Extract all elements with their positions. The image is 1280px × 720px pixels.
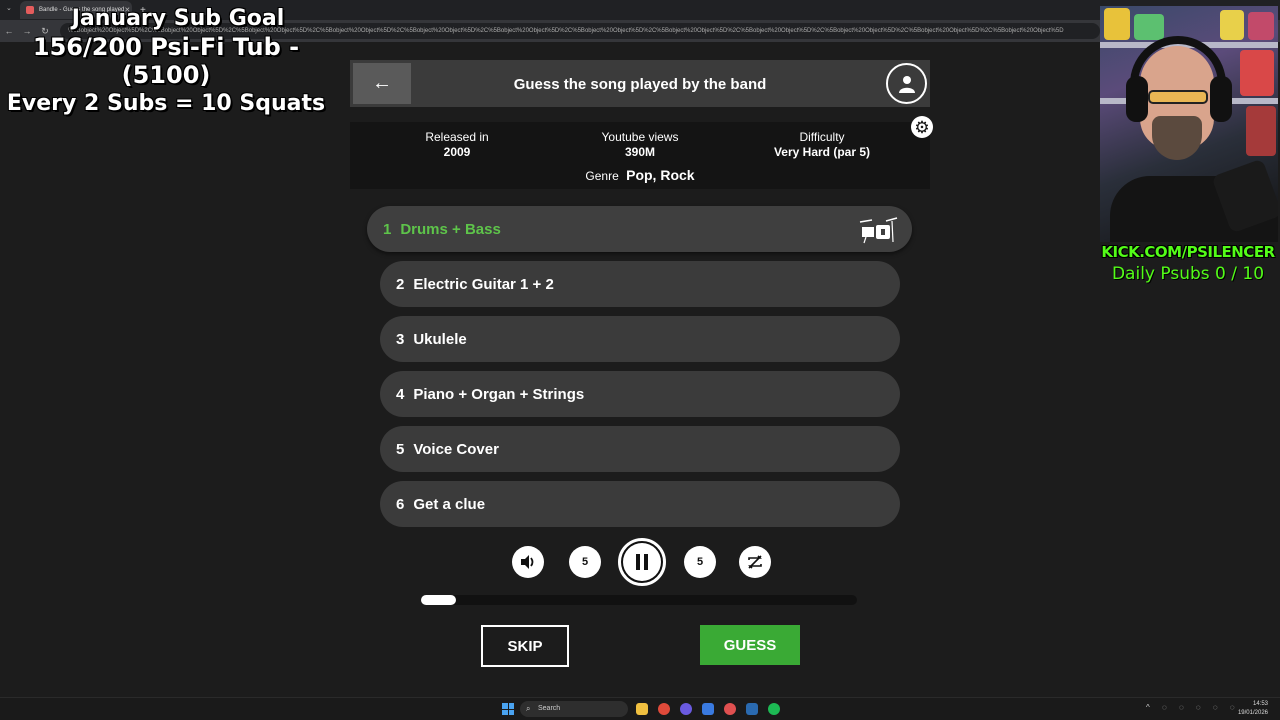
taskbar-clock[interactable]: 14:53 19/01/2026 bbox=[1238, 700, 1268, 718]
search-icon: ⌕ bbox=[526, 704, 531, 713]
forward-icon: 5 bbox=[696, 556, 704, 568]
taskbar-search[interactable]: ⌕ Search bbox=[520, 701, 628, 717]
forward-5-button[interactable]: 5 bbox=[684, 546, 716, 578]
genre-label: Genre bbox=[585, 169, 619, 183]
system-tray[interactable]: ^ ◌ ◌ ◌ ◌ ◌ bbox=[1146, 703, 1240, 712]
song-info-panel: Released in 2009 Youtube views 390M Diff… bbox=[350, 122, 930, 189]
player-controls: 5 5 bbox=[510, 538, 774, 586]
stem-number: 4 bbox=[396, 385, 405, 403]
page-title: Guess the song played by the band bbox=[513, 76, 767, 93]
stem-label: Electric Guitar 1 + 2 bbox=[413, 275, 554, 293]
playback-progress-bar[interactable] bbox=[421, 595, 857, 605]
stem-number: 3 bbox=[396, 330, 405, 348]
stem-label: Drums + Bass bbox=[400, 220, 501, 238]
settings-button[interactable]: ⚙ bbox=[911, 116, 933, 138]
user-icon bbox=[898, 75, 915, 93]
released-label: Released in bbox=[425, 130, 489, 144]
stem-number: 2 bbox=[396, 275, 405, 293]
views-value: 390M bbox=[624, 145, 656, 159]
rewind-5-button[interactable]: 5 bbox=[569, 546, 601, 578]
views-label: Youtube views bbox=[601, 130, 679, 144]
webcam-feed bbox=[1100, 6, 1278, 242]
released-value: 2009 bbox=[443, 145, 471, 159]
guess-button[interactable]: GUESS bbox=[700, 625, 800, 665]
playback-progress-fill bbox=[421, 595, 456, 605]
goal-title: January Sub Goal bbox=[71, 6, 285, 31]
app-icon[interactable] bbox=[702, 703, 714, 715]
chrome-icon[interactable] bbox=[658, 703, 670, 715]
stem-item-5[interactable]: 5 Voice Cover bbox=[380, 426, 900, 472]
spotify-icon[interactable] bbox=[768, 703, 780, 715]
clock-time: 14:53 bbox=[1252, 701, 1268, 707]
clock-date: 19/01/2026 bbox=[1237, 710, 1268, 716]
stem-item-2[interactable]: 2 Electric Guitar 1 + 2 bbox=[380, 261, 900, 307]
skip-button[interactable]: SKIP bbox=[481, 625, 569, 667]
speaker-icon bbox=[521, 555, 534, 569]
stem-label: Ukulele bbox=[413, 330, 467, 348]
released-info: Released in 2009 bbox=[367, 130, 547, 159]
daily-subs-counter: Daily Psubs 0 / 10 bbox=[1111, 264, 1265, 284]
difficulty-value: Very Hard (par 5) bbox=[773, 145, 871, 159]
difficulty-info: Difficulty Very Hard (par 5) bbox=[732, 130, 912, 159]
goal-progress: 156/200 Psi-Fi Tub - (5100) bbox=[32, 33, 300, 89]
difficulty-label: Difficulty bbox=[799, 130, 845, 144]
windows-start-icon[interactable] bbox=[502, 703, 514, 715]
stem-number: 5 bbox=[396, 440, 405, 458]
profile-button[interactable] bbox=[886, 63, 927, 104]
kick-channel-label: KICK.COM/PSILENCER bbox=[1101, 243, 1275, 261]
gear-icon: ⚙ bbox=[914, 117, 930, 137]
steam-icon[interactable] bbox=[746, 703, 758, 715]
taskbar-search-placeholder: Search bbox=[538, 705, 561, 712]
stem-label: Voice Cover bbox=[413, 440, 499, 458]
goal-reward: Every 2 Subs = 10 Squats bbox=[6, 91, 326, 116]
sub-goal-overlay: January Sub Goal 156/200 Psi-Fi Tub - (5… bbox=[6, 6, 326, 116]
genre-value: Pop, Rock bbox=[626, 167, 695, 183]
repeat-off-icon bbox=[748, 555, 762, 569]
stem-label: Get a clue bbox=[413, 495, 486, 513]
volume-button[interactable] bbox=[512, 546, 544, 578]
stem-item-6[interactable]: 6 Get a clue bbox=[380, 481, 900, 527]
views-info: Youtube views 390M bbox=[550, 130, 730, 159]
stem-item-1[interactable]: 1 Drums + Bass bbox=[367, 206, 912, 252]
file-explorer-icon[interactable] bbox=[636, 703, 648, 715]
stem-number: 6 bbox=[396, 495, 405, 513]
drum-kit-icon bbox=[859, 217, 898, 244]
rewind-icon: 5 bbox=[581, 556, 589, 568]
discord-icon[interactable] bbox=[680, 703, 692, 715]
obs-icon[interactable] bbox=[724, 703, 736, 715]
pause-icon bbox=[636, 554, 648, 570]
stem-label: Piano + Organ + Strings bbox=[413, 385, 585, 403]
stem-number: 1 bbox=[383, 220, 392, 238]
app-header: ← Guess the song played by the band bbox=[350, 60, 930, 107]
pause-button[interactable] bbox=[618, 538, 666, 586]
repeat-button[interactable] bbox=[739, 546, 771, 578]
genre-info: Genre Pop, Rock bbox=[350, 167, 930, 183]
windows-taskbar: ⌕ Search ^ ◌ ◌ ◌ ◌ ◌ 14:53 19/01/2026 bbox=[0, 697, 1280, 720]
stem-item-4[interactable]: 4 Piano + Organ + Strings bbox=[380, 371, 900, 417]
stem-item-3[interactable]: 3 Ukulele bbox=[380, 316, 900, 362]
